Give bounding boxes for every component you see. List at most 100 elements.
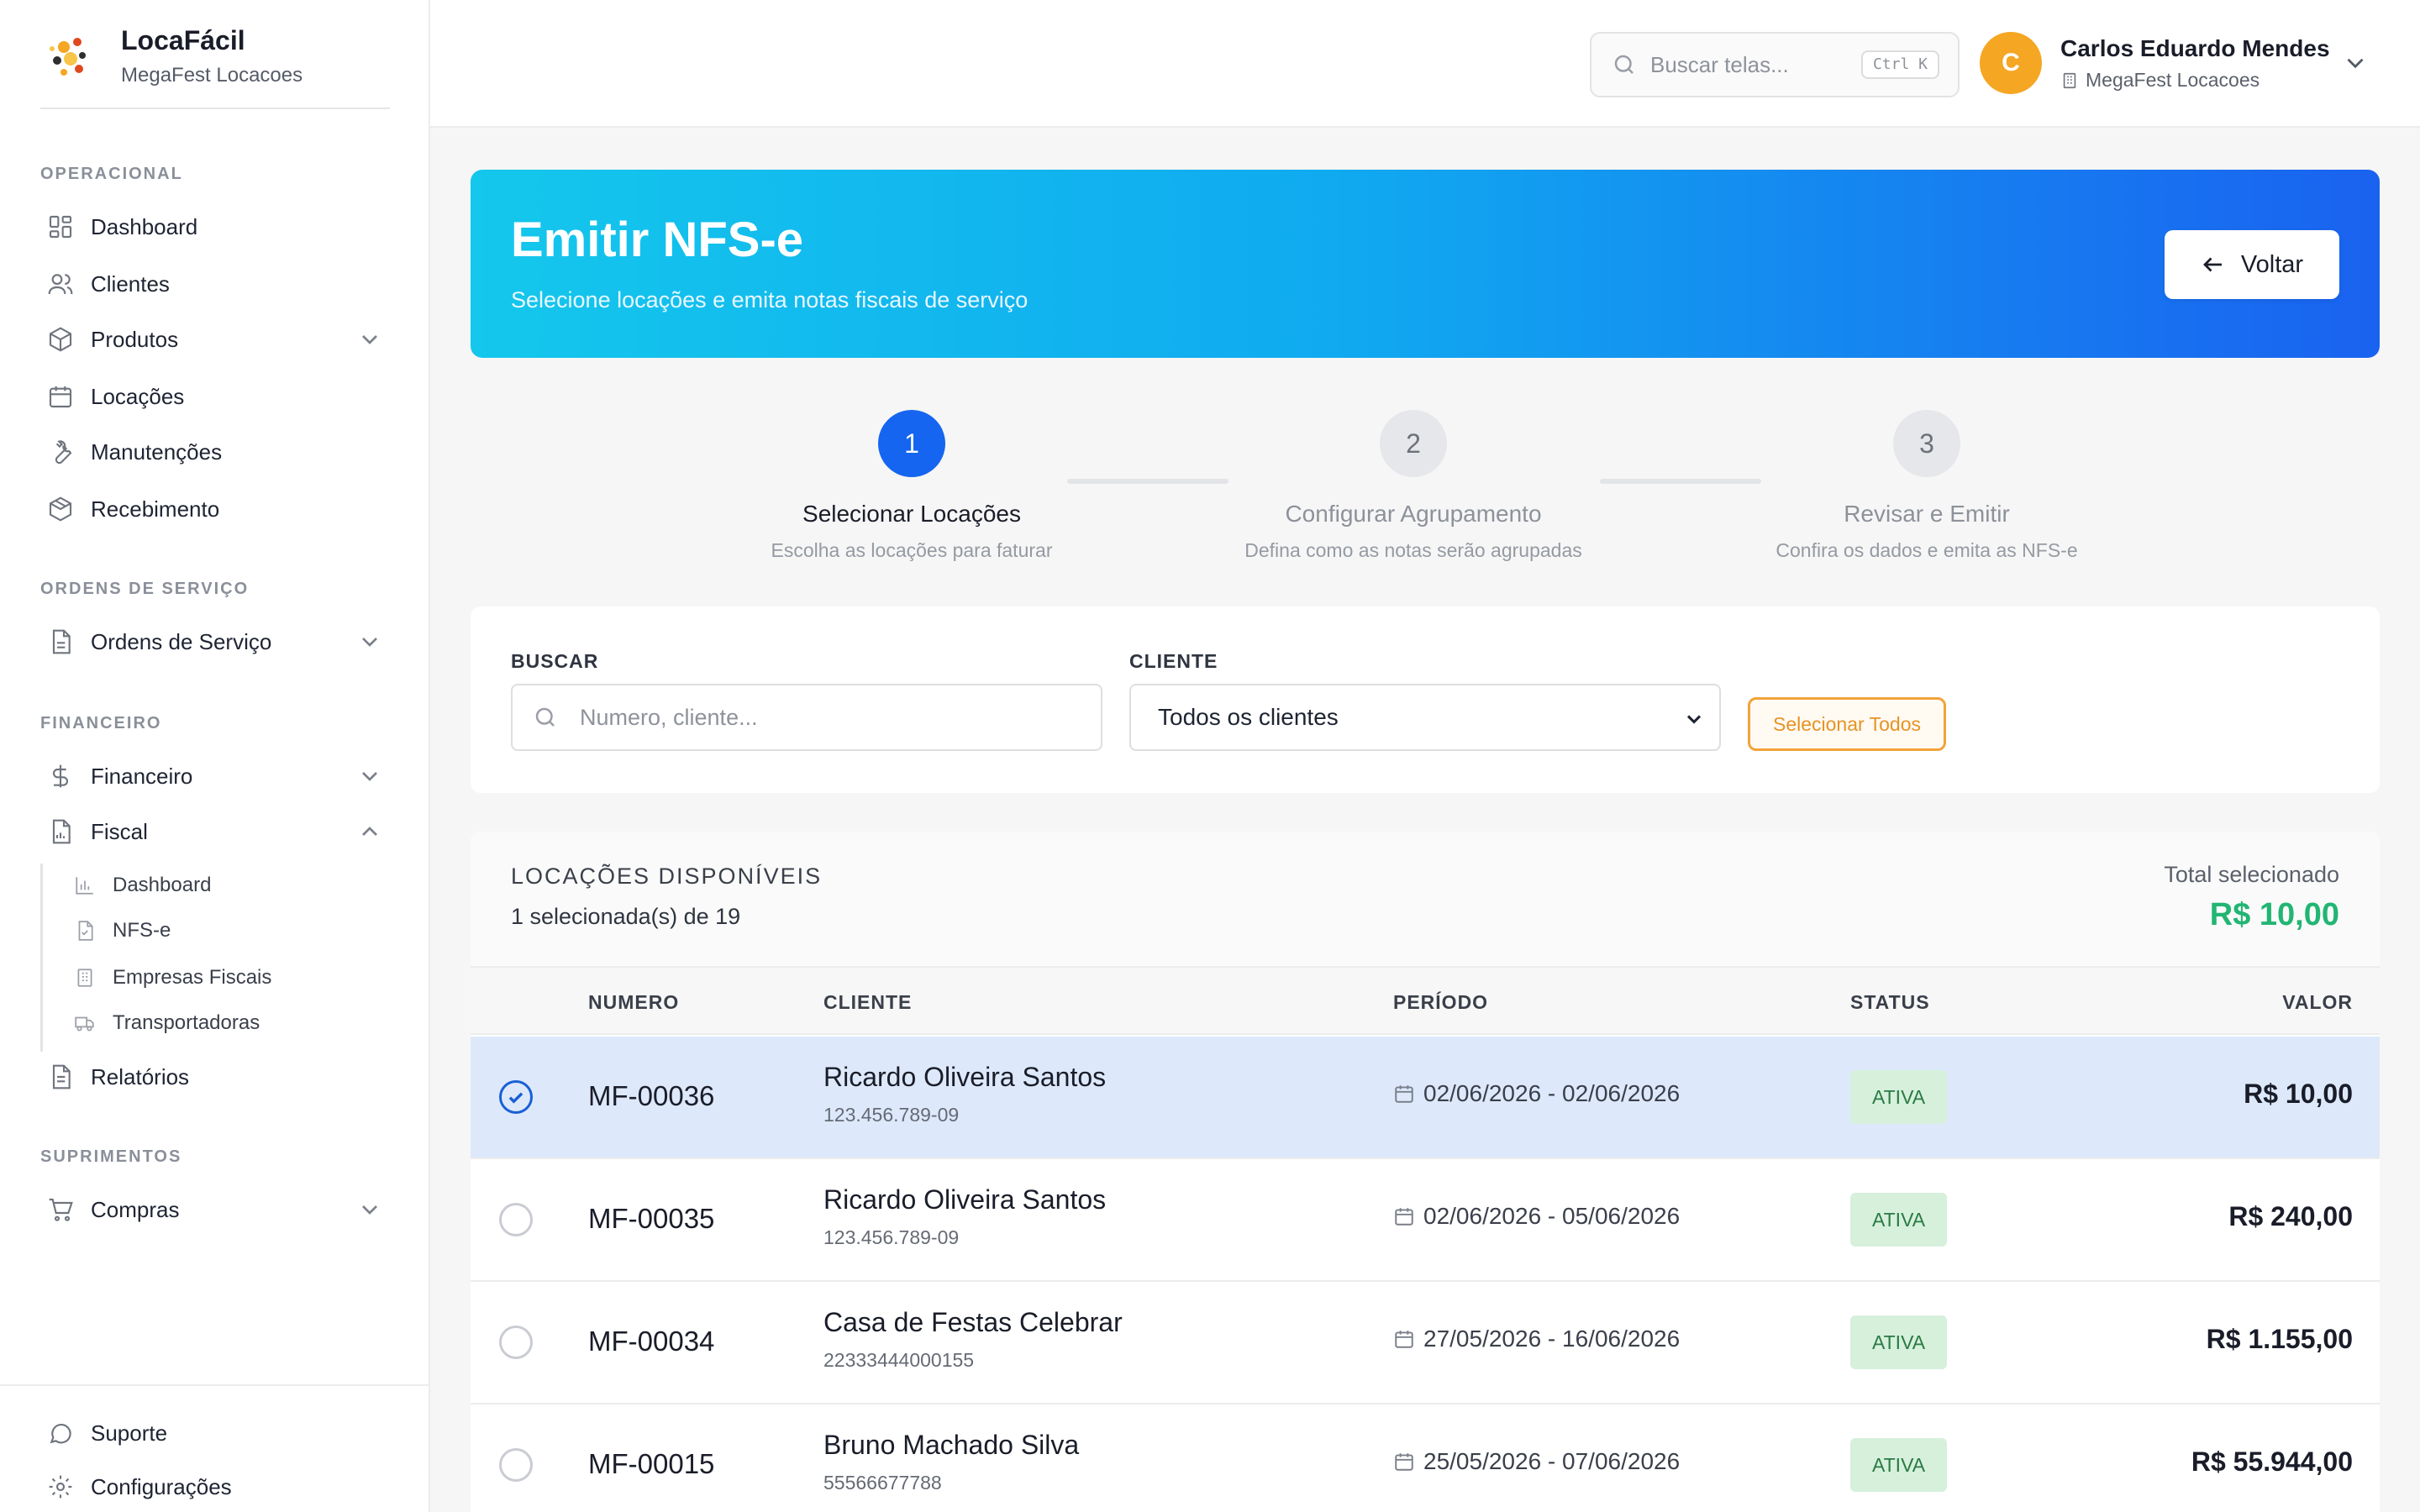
search-icon bbox=[535, 707, 555, 727]
search-icon bbox=[1614, 55, 1634, 74]
chevron-down-icon bbox=[362, 638, 377, 647]
avatar[interactable]: C bbox=[1980, 32, 2042, 94]
calendar-icon bbox=[1395, 1453, 1413, 1471]
sidebar-item-relatorios[interactable]: Relatórios bbox=[40, 1053, 390, 1100]
search-placeholder: Numero, cliente... bbox=[580, 704, 758, 730]
brand-name: LocaFácil bbox=[121, 25, 245, 55]
step-number: 2 bbox=[1380, 410, 1447, 477]
row-periodo: 02/06/2026 - 05/06/2026 bbox=[1393, 1203, 1680, 1230]
row-periodo: 25/05/2026 - 07/06/2026 bbox=[1393, 1448, 1680, 1475]
chevron-down-icon bbox=[362, 335, 377, 344]
grid-icon bbox=[49, 215, 72, 239]
row-documento: 55566677788 bbox=[823, 1472, 942, 1494]
sidebar-item-label: Dashboard bbox=[91, 213, 198, 239]
dollar-icon bbox=[53, 764, 68, 788]
user-org-name: MegaFest Locacoes bbox=[2086, 69, 2260, 91]
calendar-icon bbox=[1395, 1208, 1413, 1226]
step-title: Configurar Agrupamento bbox=[1285, 501, 1542, 527]
total-label: Total selecionado bbox=[2164, 862, 2339, 887]
step-2: 2 Configurar Agrupamento Defina como as … bbox=[1220, 410, 1607, 562]
client-label: CLIENTE bbox=[1129, 650, 1218, 672]
selection-count: 1 selecionada(s) de 19 bbox=[511, 904, 741, 929]
row-select-radio[interactable] bbox=[499, 1326, 533, 1359]
row-select-radio[interactable] bbox=[499, 1203, 533, 1236]
cart-icon bbox=[49, 1198, 73, 1221]
col-header-numero[interactable]: NUMERO bbox=[588, 991, 679, 1014]
col-header-status[interactable]: STATUS bbox=[1850, 991, 1930, 1014]
table-row[interactable]: MF-00015 Bruno Machado Silva 55566677788… bbox=[471, 1404, 2380, 1512]
chevron-down-icon[interactable] bbox=[2341, 49, 2370, 77]
step-number: 1 bbox=[878, 410, 945, 477]
step-connector bbox=[1067, 479, 1228, 484]
row-valor: R$ 55.944,00 bbox=[2191, 1446, 2353, 1477]
row-periodo: 02/06/2026 - 02/06/2026 bbox=[1393, 1080, 1680, 1107]
sidebar-item-label: Relatórios bbox=[91, 1063, 190, 1089]
row-select-radio[interactable] bbox=[499, 1448, 533, 1482]
package-icon bbox=[49, 496, 72, 522]
row-numero: MF-00036 bbox=[588, 1080, 715, 1111]
row-cliente: Bruno Machado Silva bbox=[823, 1430, 1080, 1460]
sidebar-item-manutencoes[interactable]: Manutenções bbox=[40, 428, 390, 475]
arrow-left-icon bbox=[2202, 257, 2222, 272]
user-name[interactable]: Carlos Eduardo Mendes bbox=[2060, 35, 2330, 62]
row-numero: MF-00034 bbox=[588, 1326, 715, 1357]
sidebar-item-suporte[interactable]: Suporte bbox=[40, 1410, 390, 1457]
receipt-chart-icon bbox=[52, 819, 71, 844]
subnav-item-nfse[interactable]: NFS-e bbox=[74, 911, 390, 951]
sidebar-footer: Suporte Configurações bbox=[0, 1384, 429, 1512]
subnav-label: Dashboard bbox=[113, 874, 212, 896]
sidebar-item-label: Financeiro bbox=[91, 763, 193, 789]
subnav-item-empresas[interactable]: Empresas Fiscais bbox=[74, 958, 390, 998]
table-row[interactable]: MF-00035 Ricardo Oliveira Santos 123.456… bbox=[471, 1159, 2380, 1282]
row-numero: MF-00015 bbox=[588, 1448, 715, 1479]
sidebar-item-financeiro[interactable]: Financeiro bbox=[40, 753, 390, 800]
table-row[interactable]: MF-00036 Ricardo Oliveira Santos 123.456… bbox=[471, 1037, 2380, 1159]
back-button[interactable]: Voltar bbox=[2165, 230, 2339, 299]
search-input[interactable]: Numero, cliente... bbox=[511, 684, 1102, 751]
calendar-icon bbox=[49, 386, 72, 408]
sidebar-item-ordens-servico[interactable]: Ordens de Serviço bbox=[40, 618, 390, 665]
report-icon bbox=[52, 1064, 71, 1089]
row-numero: MF-00035 bbox=[588, 1203, 715, 1234]
sidebar-item-locacoes[interactable]: Locações bbox=[40, 373, 390, 420]
subnav-label: Empresas Fiscais bbox=[113, 966, 272, 989]
sidebar-item-produtos[interactable]: Produtos bbox=[40, 316, 390, 363]
status-badge: ATIVA bbox=[1850, 1070, 1948, 1124]
sidebar-item-fiscal[interactable]: Fiscal bbox=[40, 808, 390, 855]
file-check-icon bbox=[78, 921, 93, 941]
step-1: 1 Selecionar Locações Escolha as locaçõe… bbox=[718, 410, 1105, 562]
subnav-label: Transportadoras bbox=[113, 1011, 260, 1034]
col-header-periodo[interactable]: PERÍODO bbox=[1393, 991, 1488, 1014]
sidebar-item-compras[interactable]: Compras bbox=[40, 1186, 390, 1233]
subnav-item-transportadoras[interactable]: Transportadoras bbox=[74, 1003, 390, 1043]
col-header-valor[interactable]: VALOR bbox=[2282, 991, 2353, 1014]
rentals-table-card: LOCAÇÕES DISPONÍVEIS 1 selecionada(s) de… bbox=[471, 832, 2380, 1512]
select-all-button[interactable]: Selecionar Todos bbox=[1748, 697, 1946, 751]
status-badge: ATIVA bbox=[1850, 1315, 1948, 1369]
users-icon bbox=[48, 274, 73, 295]
row-select-radio[interactable] bbox=[499, 1080, 533, 1114]
sidebar-item-configuracoes[interactable]: Configurações bbox=[40, 1463, 390, 1510]
sidebar-item-label: Recebimento bbox=[91, 496, 220, 522]
sidebar-item-dashboard[interactable]: Dashboard bbox=[40, 203, 390, 250]
col-header-cliente[interactable]: CLIENTE bbox=[823, 991, 912, 1014]
row-valor: R$ 10,00 bbox=[2244, 1079, 2353, 1109]
calendar-icon bbox=[1395, 1331, 1413, 1348]
row-documento: 22333444000155 bbox=[823, 1349, 975, 1371]
table-row[interactable]: MF-00034 Casa de Festas Celebrar 2233344… bbox=[471, 1282, 2380, 1404]
check-circle-icon bbox=[508, 1092, 523, 1104]
screen-search-input[interactable]: Buscar telas... Ctrl K bbox=[1590, 32, 1960, 97]
client-select[interactable]: Todos os clientes bbox=[1129, 684, 1721, 751]
step-desc: Defina como as notas serão agrupadas bbox=[1244, 539, 1582, 561]
step-title: Revisar e Emitir bbox=[1844, 501, 2010, 527]
brand: LocaFácil MegaFest Locacoes bbox=[40, 20, 390, 109]
sidebar-item-recebimento[interactable]: Recebimento bbox=[40, 486, 390, 533]
search-label: BUSCAR bbox=[511, 650, 599, 672]
row-periodo: 27/05/2026 - 16/06/2026 bbox=[1393, 1326, 1680, 1352]
subnav-label: NFS-e bbox=[113, 919, 171, 942]
sidebar: LocaFácil MegaFest Locacoes OPERACIONAL … bbox=[0, 0, 430, 1512]
sidebar-item-clientes[interactable]: Clientes bbox=[40, 260, 390, 307]
subnav-item-dashboard[interactable]: Dashboard bbox=[74, 865, 390, 906]
search-placeholder: Buscar telas... bbox=[1650, 51, 1789, 77]
table-header-row: NUMERO CLIENTE PERÍODO STATUS VALOR bbox=[471, 968, 2380, 1035]
